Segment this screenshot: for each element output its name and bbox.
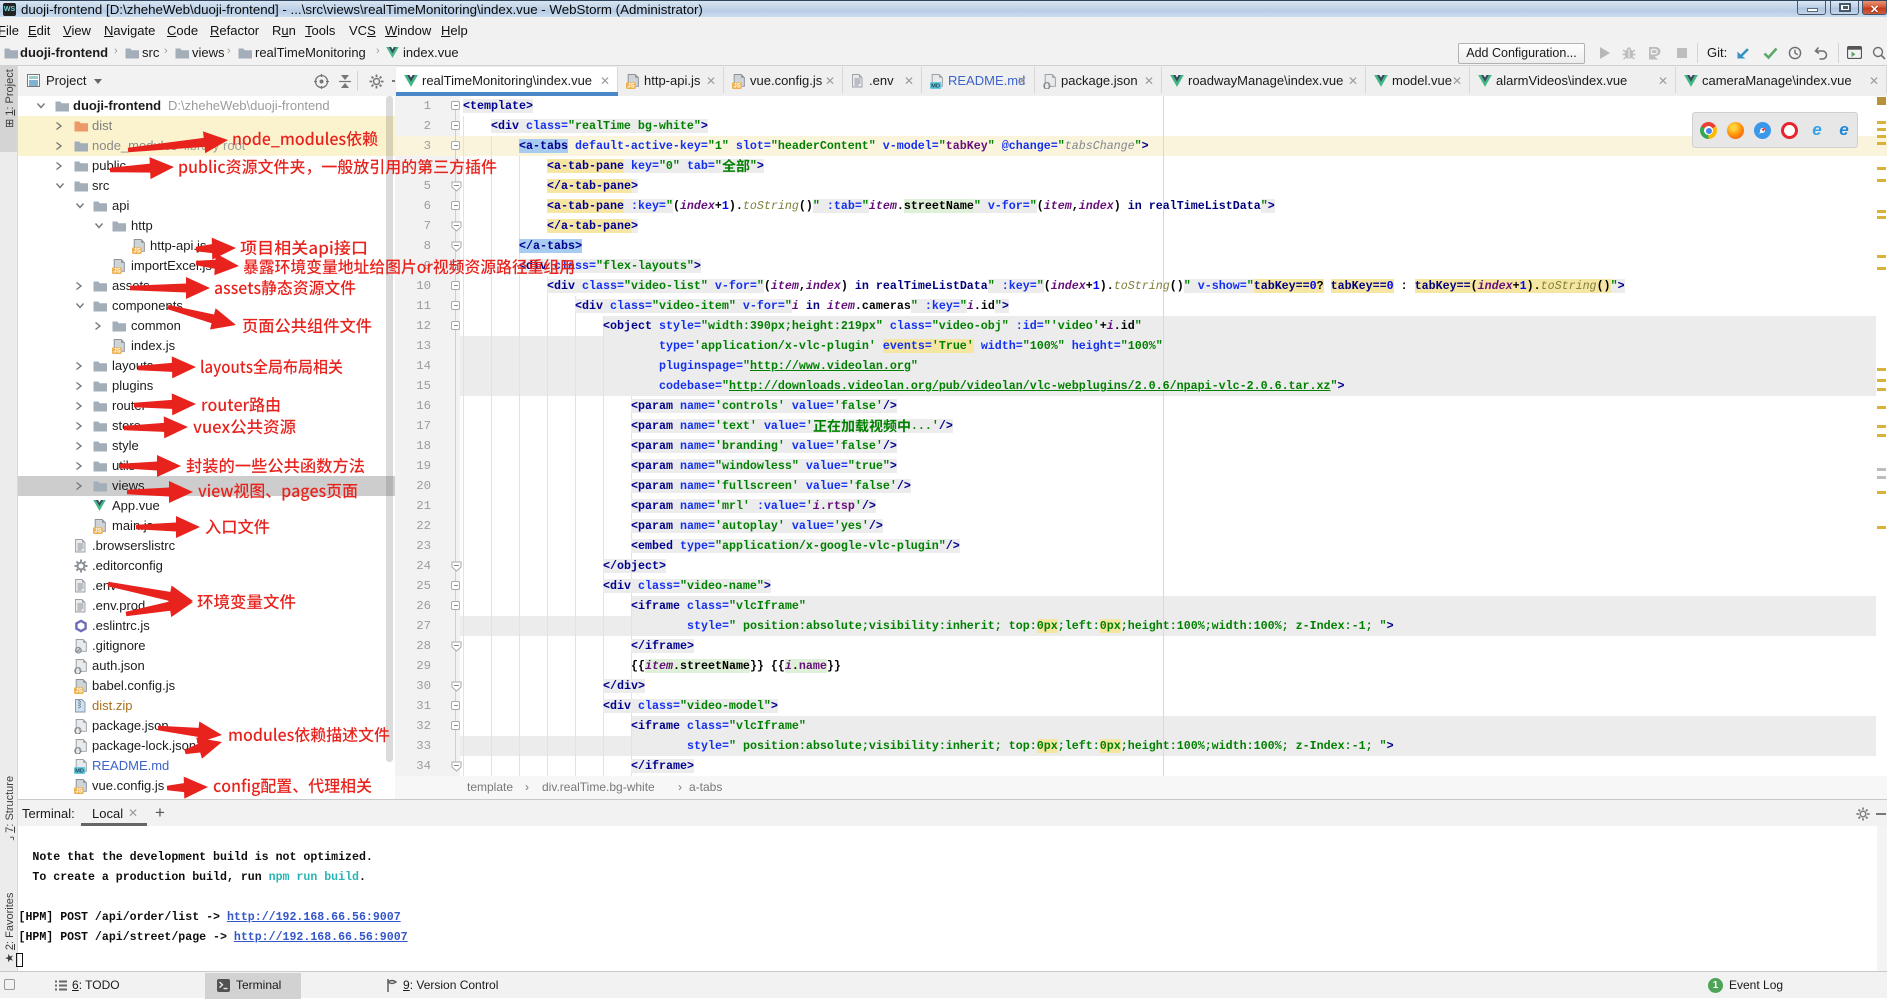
svg-text:{}: {} — [74, 748, 82, 754]
svg-text:JS: JS — [75, 689, 82, 694]
svg-text:{}: {} — [74, 728, 82, 734]
svg-text:JS: JS — [733, 84, 740, 89]
svg-text:JS: JS — [133, 249, 140, 254]
svg-text:JS: JS — [75, 789, 82, 794]
svg-text:{}: {} — [1043, 83, 1051, 89]
svg-text:MD: MD — [75, 769, 84, 774]
svg-text:JS: JS — [627, 84, 634, 89]
svg-text:JS: JS — [113, 269, 120, 274]
svg-text:JS: JS — [113, 349, 120, 354]
svg-text:MD: MD — [931, 84, 940, 89]
svg-text:JS: JS — [94, 529, 101, 534]
svg-text:{}: {} — [74, 668, 82, 674]
